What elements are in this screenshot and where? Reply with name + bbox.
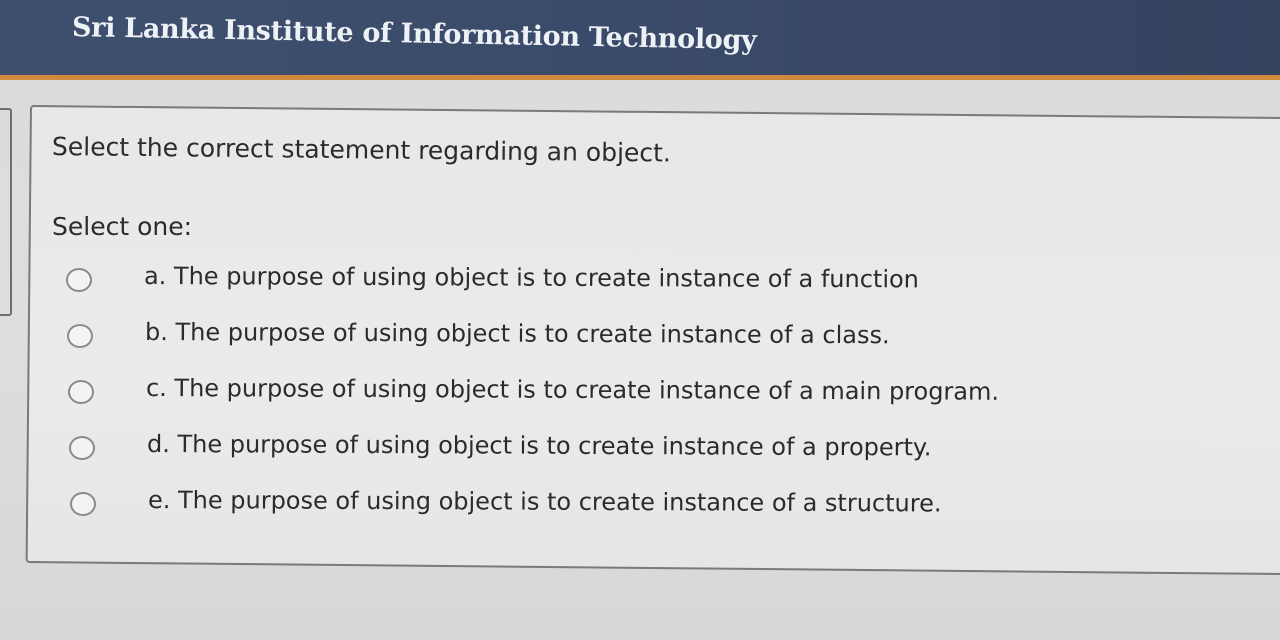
answer-option-a[interactable]: a. The purpose of using object is to cre… <box>66 262 1066 302</box>
answer-option-b[interactable]: b. The purpose of using object is to cre… <box>67 318 1067 358</box>
left-navigation-frame <box>0 108 12 316</box>
radio-button-c[interactable] <box>68 380 94 404</box>
answer-label-e[interactable]: e. The purpose of using object is to cre… <box>148 486 942 517</box>
site-title: Sri Lanka Institute of Information Techn… <box>71 12 757 57</box>
radio-button-d[interactable] <box>69 436 95 460</box>
radio-button-e[interactable] <box>70 492 96 516</box>
answer-label-c[interactable]: c. The purpose of using object is to cre… <box>146 374 999 406</box>
answer-label-d[interactable]: d. The purpose of using object is to cre… <box>147 430 931 461</box>
select-one-prompt: Select one: <box>52 212 193 241</box>
answer-option-c[interactable]: c. The purpose of using object is to cre… <box>68 374 1068 414</box>
answer-label-b[interactable]: b. The purpose of using object is to cre… <box>145 318 890 349</box>
answer-option-e[interactable]: e. The purpose of using object is to cre… <box>70 486 1070 526</box>
site-header: Sri Lanka Institute of Information Techn… <box>0 0 1280 80</box>
radio-button-b[interactable] <box>67 324 93 348</box>
answer-option-d[interactable]: d. The purpose of using object is to cre… <box>69 430 1069 470</box>
radio-button-a[interactable] <box>66 268 92 292</box>
answer-label-a[interactable]: a. The purpose of using object is to cre… <box>144 262 919 293</box>
